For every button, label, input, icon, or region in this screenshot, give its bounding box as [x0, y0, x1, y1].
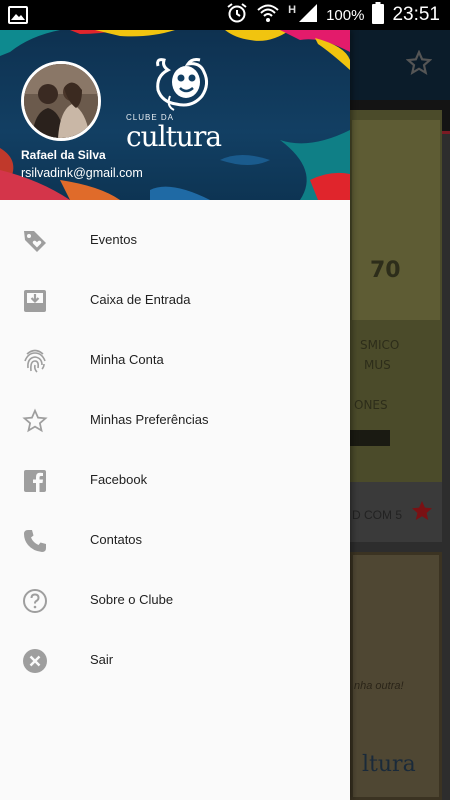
background-card2-logo: ltura	[362, 752, 416, 777]
battery-icon	[372, 1, 385, 29]
battery-percent: 100%	[326, 6, 365, 24]
menu-item-caixa-de-entrada[interactable]: Caixa de Entrada	[0, 270, 350, 330]
fingerprint-icon	[22, 348, 48, 374]
star-outline-icon	[22, 408, 48, 434]
menu-item-label: Caixa de Entrada	[90, 292, 191, 307]
poster-text: SMICO	[360, 338, 400, 352]
poster-bar	[350, 430, 390, 446]
menu-item-label: Facebook	[90, 472, 148, 487]
menu-item-facebook[interactable]: Facebook	[0, 450, 350, 510]
logo-big-text: cultura	[126, 120, 222, 153]
background-event-poster	[352, 120, 440, 320]
drawer-header: CLUBE DA cultura Rafael da Silva rsilvad…	[0, 30, 350, 200]
inbox-icon	[22, 288, 48, 314]
alarm-icon	[226, 2, 248, 29]
user-avatar[interactable]	[21, 61, 101, 141]
red-star-icon	[410, 499, 434, 528]
menu-item-label: Sair	[90, 652, 114, 667]
tag-heart-icon	[22, 228, 48, 254]
menu-item-minha-conta[interactable]: Minha Conta	[0, 330, 350, 390]
menu-item-label: Contatos	[90, 532, 143, 547]
menu-item-label: Sobre o Clube	[90, 592, 174, 607]
user-email: rsilvadink@gmail.com	[21, 166, 143, 180]
poster-text: MUS	[364, 358, 391, 372]
menu-item-contatos[interactable]: Contatos	[0, 510, 350, 570]
background-card2-text: nha outra!	[354, 680, 404, 692]
poster-text: 70	[370, 258, 401, 283]
close-circle-icon	[22, 648, 48, 674]
facebook-icon	[22, 468, 48, 494]
menu-item-sobre-o-clube[interactable]: Sobre o Clube	[0, 570, 350, 630]
help-circle-icon	[22, 588, 48, 614]
clube-da-cultura-logo: CLUBE DA cultura	[126, 56, 226, 153]
navigation-drawer: CLUBE DA cultura Rafael da Silva rsilvad…	[0, 30, 350, 800]
menu-item-sair[interactable]: Sair	[0, 630, 350, 690]
network-type: H	[288, 4, 297, 16]
drawer-menu: Eventos Caixa de Entrada Minha Conta Min…	[0, 210, 350, 690]
clock: 23:51	[392, 4, 440, 25]
phone-icon	[22, 528, 48, 554]
poster-text: ONES	[354, 398, 388, 412]
user-name: Rafael da Silva	[21, 148, 106, 162]
menu-item-minhas-preferencias[interactable]: Minhas Preferências	[0, 390, 350, 450]
background-card-footer-text: D COM 5	[352, 508, 403, 522]
status-bar: H 100% 23:51	[0, 0, 450, 30]
favorite-star-icon	[405, 49, 433, 81]
menu-item-label: Eventos	[90, 232, 137, 247]
menu-item-label: Minha Conta	[90, 352, 164, 367]
gallery-notification-icon	[8, 5, 28, 30]
signal-icon	[298, 3, 318, 28]
menu-item-eventos[interactable]: Eventos	[0, 210, 350, 270]
menu-item-label: Minhas Preferências	[90, 412, 209, 427]
wifi-icon	[256, 3, 280, 28]
